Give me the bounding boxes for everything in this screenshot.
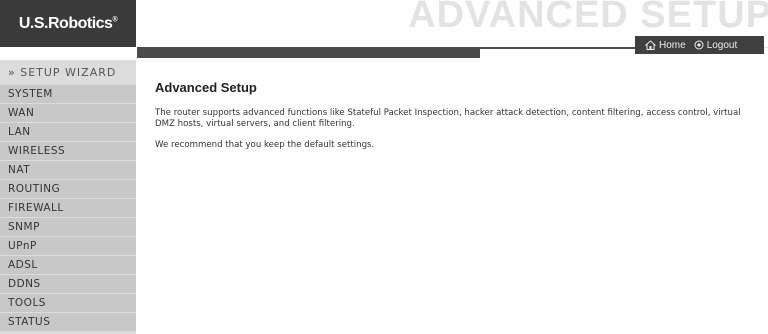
sidebar-item-nat[interactable]: NAT [0,161,136,179]
sidebar-item-tools[interactable]: TOOLS [0,294,136,312]
sidebar-item-setup-wizard[interactable]: » SETUP WIZARD [0,60,136,85]
sidebar-item-firewall[interactable]: FIREWALL [0,199,136,217]
brand-logo: U.S.Robotics® [0,0,136,47]
logout-link[interactable]: Logout [694,39,738,51]
home-icon [645,40,656,50]
sidebar-item-adsl[interactable]: ADSL [0,256,136,274]
sidebar-item-wan[interactable]: WAN [0,104,136,122]
quick-links: Home Logout [635,36,764,54]
recommendation-text: We recommend that you keep the default s… [155,140,375,150]
sidebar-item-ddns[interactable]: DDNS [0,275,136,293]
sidebar-item-lan[interactable]: LAN [0,123,136,141]
page-title: Advanced Setup [155,80,257,95]
header-divider-bar [137,47,480,58]
home-link-label: Home [659,39,686,51]
sidebar-item-status[interactable]: STATUS [0,313,136,331]
sidebar-item-wireless[interactable]: WIRELESS [0,142,136,160]
description-text: The router supports advanced functions l… [155,108,741,129]
home-link[interactable]: Home [645,40,686,51]
sidebar-item-snmp[interactable]: SNMP [0,218,136,236]
main-content: Advanced Setup The router supports advan… [155,80,755,161]
sidebar-nav: » SETUP WIZARD SYSTEM WAN LAN WIRELESS N… [0,60,136,334]
header-divider-line [480,47,635,49]
logout-link-label: Logout [706,39,738,51]
sidebar-item-system[interactable]: SYSTEM [0,85,136,103]
sidebar-item-upnp[interactable]: UPnP [0,237,136,255]
sidebar-item-routing[interactable]: ROUTING [0,180,136,198]
logout-icon [694,40,704,50]
logo-text: U.S.Robotics® [18,14,118,32]
page-watermark: ADVANCED SETUP [408,0,768,36]
